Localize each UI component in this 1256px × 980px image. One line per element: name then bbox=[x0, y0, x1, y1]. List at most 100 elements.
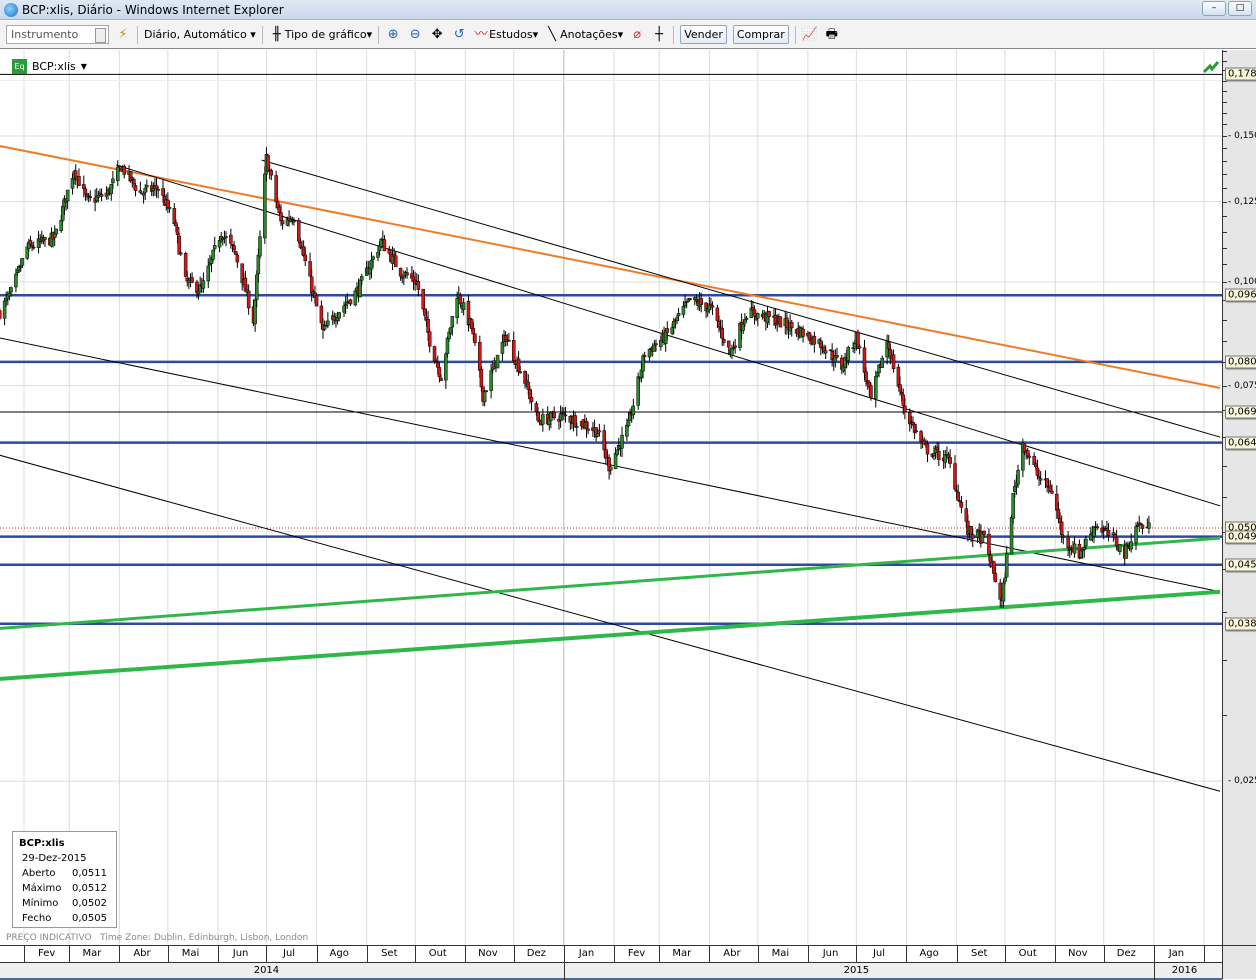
candle-body bbox=[109, 184, 114, 195]
month-separator bbox=[757, 946, 759, 963]
chevron-down-icon[interactable]: ▼ bbox=[81, 62, 87, 71]
candle-body bbox=[342, 305, 346, 313]
candle-body bbox=[647, 349, 652, 358]
candle-body bbox=[360, 276, 364, 281]
candle-body bbox=[935, 446, 939, 450]
candle-body bbox=[785, 317, 789, 328]
candle-body bbox=[901, 394, 906, 406]
level-price-tag: 0,178 bbox=[1225, 67, 1256, 81]
info-row: Mínimo 0,0502 bbox=[22, 896, 110, 911]
month-label: Out bbox=[1018, 948, 1037, 959]
candle-body bbox=[132, 179, 136, 185]
level-price-tag: 0,096 bbox=[1225, 288, 1256, 302]
candle-body bbox=[217, 240, 222, 248]
candle-body bbox=[731, 347, 736, 349]
candle-body bbox=[1101, 529, 1106, 532]
candle-body bbox=[573, 415, 577, 427]
candle-body bbox=[478, 341, 482, 371]
candle-body bbox=[343, 303, 348, 306]
candle-body bbox=[823, 350, 828, 354]
trendline-orange-resistance[interactable] bbox=[0, 145, 1221, 389]
year-label: 2016 bbox=[1171, 965, 1198, 976]
candle-body bbox=[665, 328, 670, 333]
candle-body bbox=[880, 357, 885, 368]
candle-body bbox=[206, 265, 211, 282]
candle-body bbox=[358, 279, 362, 298]
candle-body bbox=[211, 249, 215, 260]
candle-body bbox=[584, 421, 589, 429]
candle-body bbox=[353, 290, 358, 306]
candle-body bbox=[756, 313, 760, 319]
candle-body bbox=[575, 426, 579, 428]
candle-body bbox=[269, 170, 274, 176]
candle-body bbox=[59, 220, 63, 231]
candle-body bbox=[1001, 582, 1006, 602]
candle-body bbox=[987, 533, 991, 555]
candle-body bbox=[789, 322, 794, 329]
candle-body bbox=[710, 305, 715, 308]
month-label: Dez bbox=[1116, 948, 1136, 959]
candle-body bbox=[1140, 524, 1145, 529]
candle-body bbox=[812, 336, 817, 345]
candle-body bbox=[156, 189, 160, 191]
candle-body bbox=[741, 323, 746, 331]
candle-body bbox=[958, 500, 962, 502]
candle-body bbox=[615, 449, 619, 455]
candle-body bbox=[437, 367, 442, 377]
candle-body bbox=[1035, 467, 1040, 476]
candle-body bbox=[7, 292, 12, 297]
level-price-tag: 0,045 bbox=[1225, 558, 1256, 572]
candle-body bbox=[862, 347, 867, 373]
level-price-tag: 0,049 bbox=[1225, 530, 1256, 544]
candle-body bbox=[1095, 526, 1099, 528]
price-tick-label: - 0,075 bbox=[1228, 380, 1256, 391]
candle-body bbox=[20, 258, 25, 266]
candle-body bbox=[138, 190, 143, 193]
price-chart[interactable] bbox=[0, 0, 1256, 979]
candle-body bbox=[1004, 553, 1009, 578]
month-separator bbox=[119, 946, 121, 963]
info-value: 0,0512 bbox=[72, 883, 107, 894]
candle-body bbox=[246, 290, 251, 309]
month-label: Nov bbox=[478, 948, 498, 959]
candle-body bbox=[1003, 577, 1007, 582]
month-separator bbox=[69, 946, 71, 963]
candle-body bbox=[1056, 508, 1061, 519]
candle-body bbox=[111, 178, 115, 184]
month-label: Mar bbox=[82, 948, 102, 959]
candle-body bbox=[1092, 527, 1096, 537]
month-label: Abr bbox=[133, 948, 151, 959]
month-separator bbox=[1153, 946, 1155, 963]
candle-body bbox=[744, 317, 749, 320]
candle-body bbox=[479, 369, 484, 388]
candle-body bbox=[953, 463, 957, 490]
candle-body bbox=[558, 413, 563, 421]
level-price-tag: 0,080 bbox=[1225, 355, 1256, 369]
equity-badge-icon: Eq bbox=[12, 59, 27, 74]
candle-body bbox=[233, 251, 238, 255]
candle-body bbox=[348, 299, 353, 305]
candle-body bbox=[2, 300, 7, 319]
month-label: Mai bbox=[771, 948, 790, 959]
candle-body bbox=[529, 396, 534, 403]
info-label: Fecho bbox=[22, 913, 52, 924]
candle-body bbox=[1135, 524, 1140, 527]
time-axis[interactable]: Fev Mar Abr Mai Jun Jul Ago Set Out Nov Dez Jan Fev M… bbox=[0, 945, 1256, 980]
candle-body bbox=[421, 288, 425, 310]
candle-body bbox=[898, 384, 902, 392]
candle-body bbox=[1061, 535, 1066, 538]
candle-body bbox=[549, 411, 553, 421]
candle-body bbox=[613, 452, 618, 469]
candle-body bbox=[969, 526, 973, 535]
candle-body bbox=[730, 347, 734, 356]
month-separator bbox=[1103, 946, 1105, 963]
info-label: Mínimo bbox=[22, 898, 59, 909]
price-axis[interactable]: - 0,150 - 0,125 - 0,100 - 0,075 - 0,025 0,178… bbox=[1222, 50, 1256, 979]
trendline-green-support-1[interactable] bbox=[0, 536, 1221, 630]
trendline-green-support-2[interactable] bbox=[0, 589, 1221, 681]
month-label: Abr bbox=[723, 948, 741, 959]
series-legend[interactable]: Eq BCP:xlis ▼ bbox=[12, 59, 87, 74]
candle-body bbox=[925, 443, 930, 455]
candle-body bbox=[948, 457, 952, 464]
candle-body bbox=[993, 572, 998, 583]
